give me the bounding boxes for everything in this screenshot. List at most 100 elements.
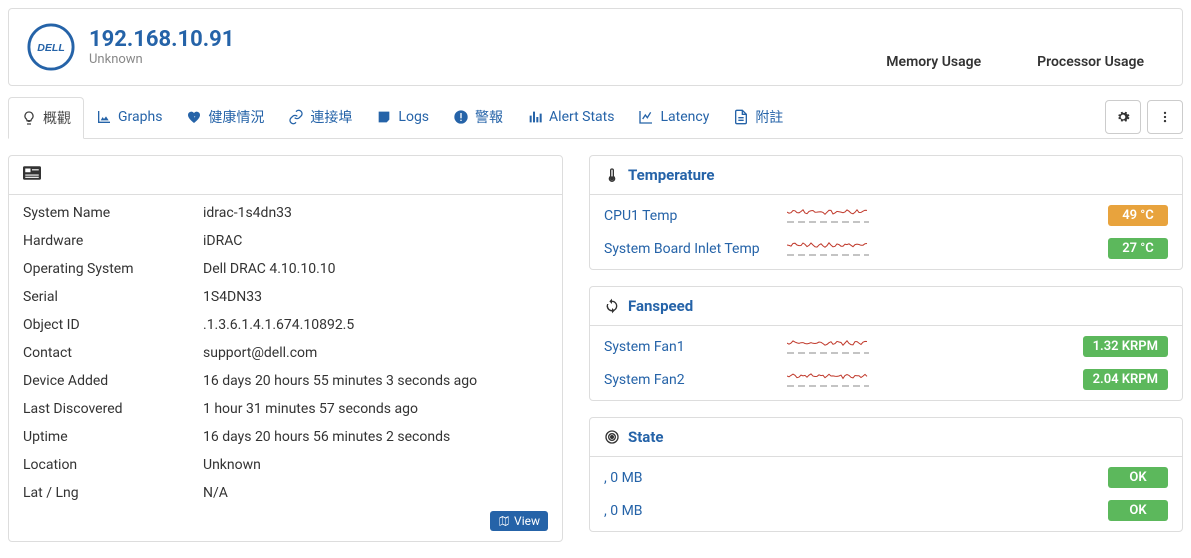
- tab-alerts[interactable]: 警報: [441, 96, 515, 138]
- sensor-badge: 1.32 KRPM: [1083, 336, 1168, 357]
- sensor-link[interactable]: CPU1 Temp: [604, 208, 779, 224]
- bar-chart-icon: [527, 109, 543, 125]
- sensor-badge: OK: [1108, 467, 1168, 488]
- link-icon: [288, 109, 304, 125]
- exclamation-circle-icon: [453, 109, 469, 125]
- detail-row: LocationUnknown: [9, 451, 562, 479]
- thermometer-icon: [604, 167, 620, 183]
- sensor-link[interactable]: System Fan2: [604, 372, 779, 388]
- sensor-sparkline: [787, 206, 1100, 226]
- header-metrics: Memory Usage Processor Usage: [886, 54, 1164, 70]
- fanspeed-panel: Fanspeed System Fan1 1.32 KRPM System Fan2…: [589, 286, 1183, 401]
- sensor-link[interactable]: System Fan1: [604, 339, 779, 355]
- detail-key: Operating System: [23, 261, 203, 277]
- svg-text:DELL: DELL: [37, 42, 65, 54]
- sensor-sparkline: [787, 337, 1075, 357]
- sensor-row: System Fan1 1.32 KRPM: [590, 330, 1182, 363]
- tab-label: 概觀: [43, 108, 71, 128]
- sticky-note-icon: [376, 109, 392, 125]
- gear-icon: [1116, 110, 1130, 124]
- detail-key: Hardware: [23, 233, 203, 249]
- sensor-link[interactable]: , 0 MB: [604, 470, 779, 486]
- tab-label: Graphs: [118, 109, 162, 125]
- sensor-row: CPU1 Temp49 °C: [590, 199, 1182, 232]
- detail-row: Object ID.1.3.6.1.4.1.674.10892.5: [9, 311, 562, 339]
- tab-latency[interactable]: Latency: [626, 96, 721, 138]
- view-button-label: View: [514, 514, 540, 528]
- detail-key: System Name: [23, 205, 203, 221]
- tabs-row: 概觀 Graphs 健康情況 連接埠 Logs 警報: [8, 96, 1183, 138]
- device-header: DELL 192.168.10.91 Unknown Memory Usage …: [8, 8, 1183, 86]
- detail-key: Last Discovered: [23, 401, 203, 417]
- tab-alert-stats[interactable]: Alert Stats: [515, 96, 626, 138]
- detail-key: Contact: [23, 345, 203, 361]
- more-button[interactable]: [1147, 100, 1183, 134]
- detail-value: Unknown: [203, 457, 548, 473]
- detail-row: Uptime16 days 20 hours 56 minutes 2 seco…: [9, 423, 562, 451]
- detail-value: 16 days 20 hours 56 minutes 2 seconds: [203, 429, 548, 445]
- map-icon: [498, 515, 510, 527]
- detail-value: 16 days 20 hours 55 minutes 3 seconds ag…: [203, 373, 548, 389]
- detail-value: support@dell.com: [203, 345, 548, 361]
- bullseye-icon: [604, 429, 620, 445]
- detail-row: Contactsupport@dell.com: [9, 339, 562, 367]
- sensor-row: System Fan2 2.04 KRPM: [590, 363, 1182, 396]
- detail-value: .1.3.6.1.4.1.674.10892.5: [203, 317, 548, 333]
- detail-value: iDRAC: [203, 233, 548, 249]
- tab-notes[interactable]: 附註: [721, 96, 795, 138]
- detail-row: Operating SystemDell DRAC 4.10.10.10: [9, 255, 562, 283]
- detail-row: HardwareiDRAC: [9, 227, 562, 255]
- detail-value: idrac-1s4dn33: [203, 205, 548, 221]
- line-chart-icon: [638, 109, 654, 125]
- file-icon: [733, 109, 749, 125]
- tab-overview[interactable]: 概觀: [8, 97, 84, 139]
- tab-logs[interactable]: Logs: [364, 96, 441, 138]
- state-panel: State , 0 MB OK , 0 MB OK: [589, 417, 1183, 532]
- device-ip: 192.168.10.91: [89, 27, 234, 52]
- detail-key: Object ID: [23, 317, 203, 333]
- dell-logo: DELL: [27, 23, 75, 71]
- device-details-panel: System Nameidrac-1s4dn33HardwareiDRACOpe…: [8, 155, 563, 542]
- area-chart-icon: [96, 109, 112, 125]
- ellipsis-vertical-icon: [1158, 110, 1172, 124]
- detail-value: 1 hour 31 minutes 57 seconds ago: [203, 401, 548, 417]
- detail-key: Uptime: [23, 429, 203, 445]
- id-card-icon: [23, 166, 41, 184]
- lightbulb-icon: [21, 110, 37, 126]
- panel-title: State: [628, 428, 664, 446]
- processor-usage-link[interactable]: Processor Usage: [1037, 54, 1144, 70]
- temperature-panel: Temperature CPU1 Temp49 °CSystem Board I…: [589, 155, 1183, 270]
- detail-row: Device Added16 days 20 hours 55 minutes …: [9, 367, 562, 395]
- detail-row: Serial1S4DN33: [9, 283, 562, 311]
- sensor-badge: OK: [1108, 500, 1168, 521]
- sensor-link[interactable]: , 0 MB: [604, 503, 779, 519]
- detail-key: Serial: [23, 289, 203, 305]
- detail-key: Device Added: [23, 373, 203, 389]
- tab-label: 附註: [755, 107, 783, 127]
- logo-wrap: DELL 192.168.10.91 Unknown: [27, 23, 234, 71]
- detail-row: System Nameidrac-1s4dn33: [9, 199, 562, 227]
- sensor-badge: 2.04 KRPM: [1083, 369, 1168, 390]
- heartbeat-icon: [186, 109, 202, 125]
- detail-row: Last Discovered1 hour 31 minutes 57 seco…: [9, 395, 562, 423]
- detail-key: Location: [23, 457, 203, 473]
- device-subtitle: Unknown: [89, 52, 234, 67]
- tab-label: Latency: [660, 109, 709, 125]
- tab-ports[interactable]: 連接埠: [276, 96, 364, 138]
- panel-title: Fanspeed: [628, 297, 693, 315]
- settings-button[interactable]: [1105, 100, 1141, 134]
- tab-health[interactable]: 健康情況: [174, 96, 276, 138]
- sensor-link[interactable]: System Board Inlet Temp: [604, 241, 779, 257]
- detail-row: Lat / LngN/A: [9, 479, 562, 507]
- sensor-row: , 0 MB OK: [590, 494, 1182, 527]
- memory-usage-link[interactable]: Memory Usage: [886, 54, 981, 70]
- sensor-badge: 27 °C: [1108, 238, 1168, 259]
- tabs: 概觀 Graphs 健康情況 連接埠 Logs 警報: [8, 96, 795, 138]
- tab-graphs[interactable]: Graphs: [84, 96, 174, 138]
- tab-label: 警報: [475, 107, 503, 127]
- detail-value: 1S4DN33: [203, 289, 548, 305]
- view-location-button[interactable]: View: [490, 511, 548, 531]
- tab-label: 健康情況: [208, 107, 264, 127]
- sensor-sparkline: [787, 239, 1100, 259]
- detail-value: N/A: [203, 485, 548, 501]
